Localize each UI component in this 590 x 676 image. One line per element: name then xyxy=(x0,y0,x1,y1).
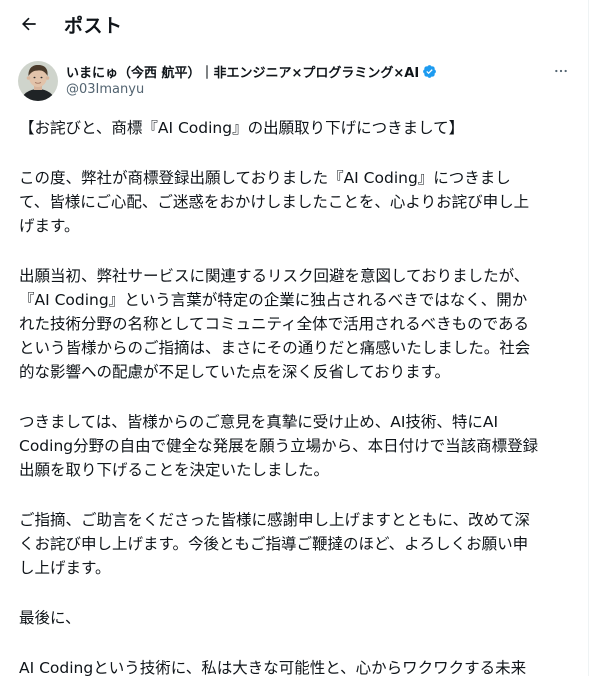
author-handle[interactable]: @03Imanyu xyxy=(66,81,572,99)
post-line: ご指摘、ご助言をくださった皆様に感謝申し上げますとともに、改めて深 xyxy=(19,511,531,529)
post-line: くお詫び申し上げます。今後ともご指導ご鞭撻のほど、よろしくお願い申 xyxy=(19,535,529,553)
post-line: 出願当初、弊社サービスに関連するリスク回避を意図しておりましたが、 xyxy=(19,267,530,285)
author-info: いまにゅ（今西 航平）｜非エンジニア×プログラミング×AI @03Imanyu xyxy=(66,61,572,99)
post-line: げます。 xyxy=(19,217,80,235)
post-line: し上げます。 xyxy=(19,559,111,577)
post-text: 【お詫びと、商標『AI Coding』の出願取り下げにつきまして】この度、弊社が… xyxy=(19,116,575,676)
avatar[interactable] xyxy=(18,61,58,101)
author-row: いまにゅ（今西 航平）｜非エンジニア×プログラミング×AI @03Imanyu xyxy=(0,48,588,109)
arrow-left-icon xyxy=(22,17,36,31)
page-title: ポスト xyxy=(64,14,123,37)
avatar-image xyxy=(18,61,58,101)
post-paragraph: 【お詫びと、商標『AI Coding』の出願取り下げにつきまして】 xyxy=(19,116,575,140)
top-bar: ポスト xyxy=(0,0,588,48)
more-options-button[interactable] xyxy=(550,61,572,81)
post-paragraph: この度、弊社が商標登録出願しておりました『AI Coding』につきまして、皆様… xyxy=(19,166,575,238)
post-line: 出願を取り下げることを決定いたしました。 xyxy=(19,461,330,479)
post-paragraph: AI Codingという技術に、私は大きな可能性と、心からワクワクする未来 xyxy=(19,656,575,676)
more-horizontal-icon xyxy=(555,69,567,73)
post-line: この度、弊社が商標登録出願しておりました『AI Coding』につきまし xyxy=(19,169,511,187)
post-detail-view: ポスト いまにゅ（今西 航平）｜非エンジニア×プログラミング×AI @03Ima… xyxy=(0,0,589,676)
verified-badge-icon xyxy=(423,64,437,78)
post-paragraph: つきましては、皆様からのご意見を真摯に受け止め、AI技術、特にAI Coding分… xyxy=(19,410,575,482)
name-line: いまにゅ（今西 航平）｜非エンジニア×プログラミング×AI xyxy=(66,61,572,81)
post-line: つきましては、皆様からのご意見を真摯に受け止め、AI技術、特にAI xyxy=(19,413,499,431)
post-paragraph: ご指摘、ご助言をくださった皆様に感謝申し上げますとともに、改めて深 くお詫び申し上… xyxy=(19,508,575,580)
post-paragraph: 出願当初、弊社サービスに関連するリスク回避を意図しておりましたが、 『AI Cod… xyxy=(19,264,575,384)
post-line: れた技術分野の名称としてコミュニティ全体で活用されるべきものである xyxy=(19,315,529,333)
post-line: 『AI Coding』という言葉が特定の企業に独占されるべきではなく、開か xyxy=(19,291,528,309)
post-line: 最後に、 xyxy=(19,609,81,627)
back-button[interactable] xyxy=(16,11,42,37)
post-paragraph: 最後に、 xyxy=(19,606,575,630)
post-line: 的な影響への配慮が不足していた点を深く反省しております。 xyxy=(19,363,451,381)
post-line: 【お詫びと、商標『AI Coding』の出願取り下げにつきまして】 xyxy=(19,119,465,137)
post-line: AI Codingという技術に、私は大きな可能性と、心からワクワクする未来 xyxy=(19,659,527,676)
author-display-name[interactable]: いまにゅ（今西 航平）｜非エンジニア×プログラミング×AI xyxy=(66,62,419,81)
post-line: て、皆様にご心配、ご迷惑をおかけしましたことを、心よりお詫び申し上 xyxy=(19,193,530,211)
post-line: という皆様からのご指摘は、まさにその通りだと痛感いたしました。社会 xyxy=(19,339,531,357)
post-line: Coding分野の自由で健全な発展を願う立場から、本日付けで当該商標登録 xyxy=(19,437,539,455)
